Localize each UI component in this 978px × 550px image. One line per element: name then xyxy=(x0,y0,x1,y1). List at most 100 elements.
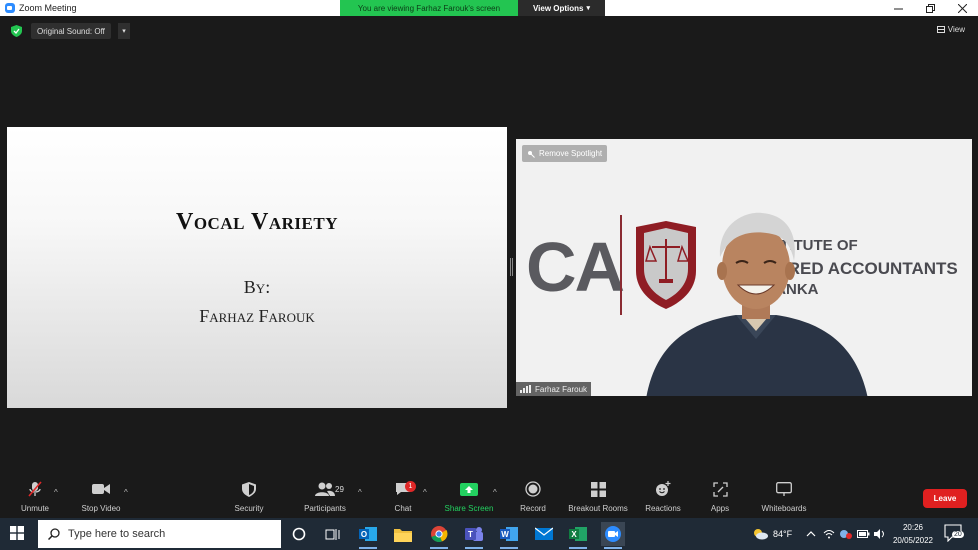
audio-options-caret[interactable]: ^ xyxy=(54,488,58,497)
svg-text:T: T xyxy=(468,530,473,539)
notification-count-badge: 20 xyxy=(952,531,964,538)
video-camera-icon xyxy=(92,484,110,494)
reactions-button[interactable]: Reactions xyxy=(642,478,684,518)
chrome-icon xyxy=(431,526,448,543)
participant-name: Farhaz Farouk xyxy=(535,384,588,394)
network-error-icon xyxy=(840,530,852,539)
clock-time: 20:26 xyxy=(902,523,924,532)
svg-text:W: W xyxy=(501,530,509,539)
apps-button[interactable]: Apps xyxy=(706,478,734,518)
shared-screen-slide: Vocal Variety By: Farhaz Farouk xyxy=(7,127,507,408)
participants-icon xyxy=(315,482,335,496)
share-screen-button[interactable]: Share Screen xyxy=(442,478,496,518)
taskbar-word[interactable]: W xyxy=(497,522,521,549)
slide-presenter-name: Farhaz Farouk xyxy=(199,306,315,326)
split-view-resize-handle[interactable] xyxy=(510,258,513,276)
breakout-rooms-button[interactable]: Breakout Rooms xyxy=(564,478,632,518)
windows-start-icon[interactable] xyxy=(10,526,24,540)
share-screen-icon xyxy=(460,482,478,496)
chat-options-caret[interactable]: ^ xyxy=(423,488,427,497)
word-icon: W xyxy=(500,527,518,541)
taskbar-search-box[interactable]: Type here to search xyxy=(38,520,281,548)
search-placeholder: Type here to search xyxy=(68,528,166,540)
window-title: Zoom Meeting xyxy=(19,3,77,13)
security-shield-icon xyxy=(242,481,256,497)
participants-button[interactable]: Participants xyxy=(300,478,350,518)
cortana-button[interactable] xyxy=(287,522,311,546)
view-button[interactable]: View xyxy=(936,25,965,34)
speaker-person-image xyxy=(646,212,868,396)
unmute-button[interactable]: Unmute xyxy=(13,478,57,518)
unmute-label: Unmute xyxy=(20,504,49,513)
reactions-smiley-icon xyxy=(656,481,671,496)
chat-label: Chat xyxy=(394,504,412,513)
show-hidden-icons-button[interactable] xyxy=(806,518,816,550)
temperature: 84°F xyxy=(773,529,793,539)
stop-video-button[interactable]: Stop Video xyxy=(77,478,125,518)
restore-button[interactable] xyxy=(914,0,946,16)
whiteboard-icon xyxy=(776,482,792,496)
taskbar-chrome[interactable] xyxy=(427,522,451,549)
task-view-icon xyxy=(325,529,340,540)
chat-unread-badge: 1 xyxy=(405,481,416,492)
volume-button[interactable] xyxy=(874,518,886,550)
original-sound-menu-button[interactable]: ▾ xyxy=(117,23,130,39)
reactions-label: Reactions xyxy=(645,504,681,513)
view-options-button[interactable]: View Options ▾ xyxy=(518,0,605,16)
share-options-caret[interactable]: ^ xyxy=(493,488,497,497)
microphone-muted-icon xyxy=(28,481,42,497)
taskbar-clock[interactable]: 20:26 20/05/2022 xyxy=(890,521,936,547)
wifi-button[interactable] xyxy=(823,518,835,550)
video-options-caret[interactable]: ^ xyxy=(124,488,128,497)
taskbar-mail[interactable] xyxy=(532,522,556,546)
battery-icon xyxy=(857,530,870,538)
battery-button[interactable] xyxy=(857,518,870,550)
participants-options-caret[interactable]: ^ xyxy=(358,488,362,497)
svg-text:O: O xyxy=(361,530,367,539)
cortana-circle-icon xyxy=(292,527,306,541)
taskbar-teams[interactable]: T xyxy=(462,522,486,549)
network-status-button[interactable] xyxy=(839,518,853,550)
encryption-shield-icon[interactable] xyxy=(11,25,22,37)
original-sound-button[interactable]: Original Sound: Off xyxy=(31,23,111,39)
security-label: Security xyxy=(234,504,264,513)
speaker-video: CA ISTITUTE OF TERED ACCOUNTANTS LANKA R… xyxy=(516,139,972,396)
breakout-rooms-icon xyxy=(590,481,606,497)
chevron-down-icon: ▾ xyxy=(586,5,591,12)
chevron-up-icon xyxy=(806,531,816,537)
taskbar-file-explorer[interactable] xyxy=(391,522,415,546)
task-view-button[interactable] xyxy=(321,522,345,546)
taskbar-outlook[interactable]: O xyxy=(356,522,380,549)
record-button[interactable]: Record xyxy=(516,478,550,518)
apps-label: Apps xyxy=(710,504,730,513)
restore-icon xyxy=(925,3,935,13)
meeting-toolbar: Unmute ^ Stop Video ^ Security Participa… xyxy=(0,478,978,518)
security-button[interactable]: Security xyxy=(230,478,268,518)
remove-spotlight-label: Remove Spotlight xyxy=(539,149,603,158)
close-button[interactable] xyxy=(946,0,978,16)
taskbar-excel[interactable]: X xyxy=(566,522,590,549)
minimize-button[interactable] xyxy=(882,0,914,16)
zoom-app-icon xyxy=(5,3,15,13)
outlook-icon: O xyxy=(359,527,377,541)
weather-partly-cloudy-icon xyxy=(754,529,768,540)
participant-name-tag: Farhaz Farouk xyxy=(516,382,592,396)
folder-icon xyxy=(394,528,412,542)
spotlight-icon xyxy=(528,150,535,158)
taskbar-zoom[interactable] xyxy=(601,522,625,549)
leave-button[interactable]: Leave xyxy=(923,489,967,508)
weather-widget[interactable]: 84°F xyxy=(752,518,792,550)
zoom-icon xyxy=(605,526,621,542)
excel-icon: X xyxy=(569,527,587,541)
speaker-volume-icon xyxy=(874,529,884,539)
record-icon xyxy=(525,481,541,497)
teams-icon: T xyxy=(465,527,483,541)
participants-count: 29 xyxy=(335,485,344,494)
remove-spotlight-button[interactable]: Remove Spotlight xyxy=(522,145,608,162)
participants-label: Participants xyxy=(304,504,346,513)
view-options-label: View Options xyxy=(532,3,584,13)
view-grid-icon xyxy=(936,26,945,33)
whiteboards-button[interactable]: Whiteboards xyxy=(756,478,812,518)
slide-title: Vocal Variety xyxy=(176,209,338,235)
apps-icon xyxy=(712,481,728,497)
